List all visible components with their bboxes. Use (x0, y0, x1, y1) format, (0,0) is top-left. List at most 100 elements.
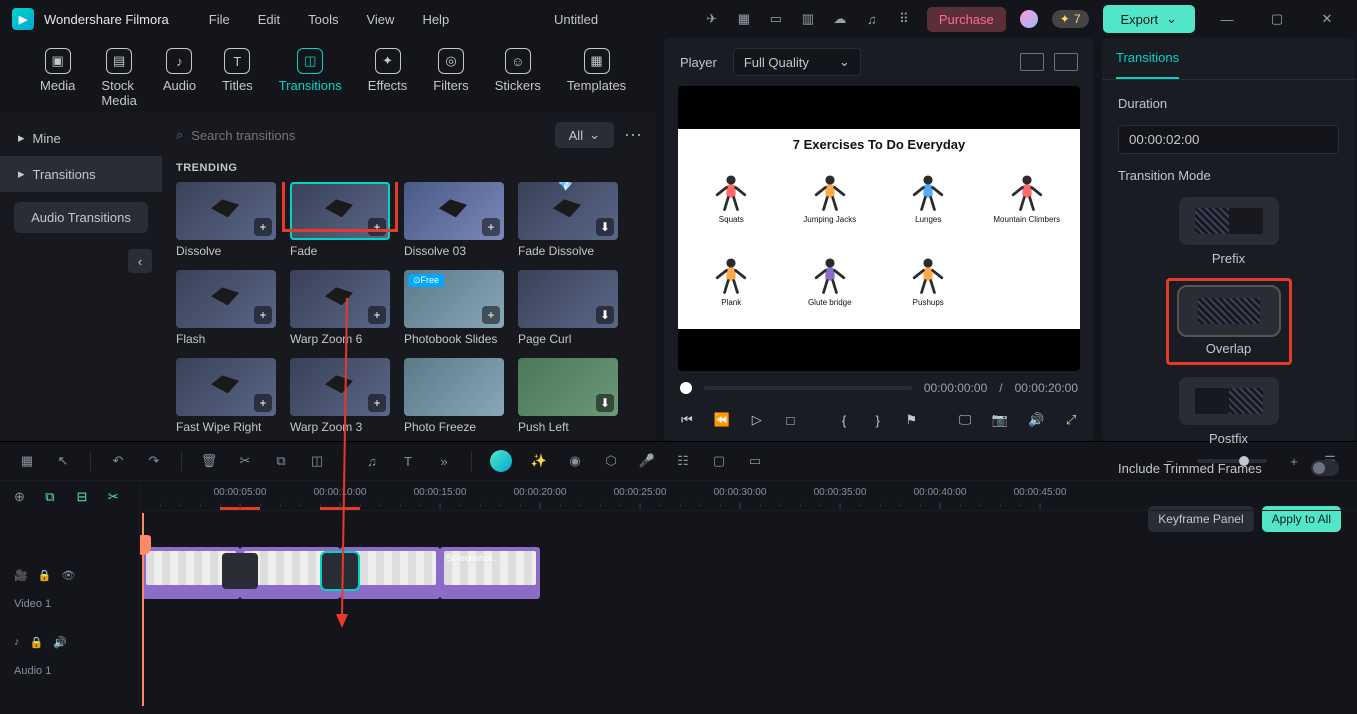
more-tools-icon[interactable]: » (435, 452, 453, 470)
record-icon[interactable]: ◉ (566, 452, 584, 470)
mic-icon[interactable]: 🎤 (638, 452, 656, 470)
transition-card[interactable]: + Dissolve 03 (404, 182, 504, 258)
undo-button[interactable]: ↶ (109, 452, 127, 470)
more-icon[interactable]: ⋯ (624, 125, 642, 146)
cut-icon[interactable]: ✂ (236, 452, 254, 470)
add-icon[interactable]: + (482, 218, 500, 236)
snap-icon[interactable]: ✂ (108, 489, 125, 507)
mark-out-button[interactable]: } (871, 411, 885, 429)
mode-overlap[interactable]: Overlap (1179, 287, 1279, 356)
add-icon[interactable]: ⬇ (596, 218, 614, 236)
transition-card[interactable]: + Flash (176, 270, 276, 346)
frame-icon[interactable]: ▢ (710, 452, 728, 470)
shield-icon[interactable]: ⬡ (602, 452, 620, 470)
link-tracks-icon[interactable]: ⧉ (45, 489, 62, 507)
transition-card[interactable]: ⊙Free + Photobook Slides (404, 270, 504, 346)
transition-card[interactable]: + Dissolve (176, 182, 276, 258)
menu-file[interactable]: File (209, 12, 230, 27)
transition-card[interactable]: Photo Freeze (404, 358, 504, 434)
zoom-slider[interactable] (1197, 459, 1267, 463)
quality-dropdown[interactable]: Full Quality⌄ (733, 48, 861, 76)
include-trimmed-toggle[interactable] (1311, 460, 1339, 476)
transition-card[interactable]: ⬇ Page Curl (518, 270, 618, 346)
tab-templates[interactable]: ▦Templates (557, 44, 636, 112)
send-icon[interactable]: ✈ (703, 10, 721, 28)
ratio-icon[interactable]: ▭ (746, 452, 764, 470)
transition-2-selected[interactable] (322, 553, 358, 589)
audio-track-header[interactable]: ♪🔒🔊 (0, 628, 139, 657)
step-back-button[interactable]: ⏪ (714, 411, 730, 429)
save-icon[interactable]: ▦ (735, 10, 753, 28)
apps-icon[interactable]: ⠿ (895, 10, 913, 28)
mute-icon[interactable]: 🔊 (53, 636, 67, 649)
tab-stock-media[interactable]: ▤Stock Media (91, 44, 146, 112)
tab-filters[interactable]: ◎Filters (423, 44, 478, 112)
transition-card[interactable]: + Warp Zoom 6 (290, 270, 390, 346)
add-icon[interactable]: + (368, 218, 386, 236)
prev-frame-button[interactable]: ⏮ (680, 411, 694, 429)
credits-badge[interactable]: ✦ 7 (1052, 10, 1089, 28)
avatar-orb[interactable] (1020, 10, 1038, 28)
device-icon[interactable]: ▭ (767, 10, 785, 28)
playhead[interactable] (142, 513, 144, 706)
transition-1[interactable] (222, 553, 258, 589)
time-ruler[interactable]: 00:00:05:0000:00:10:0000:00:15:0000:00:2… (140, 481, 1357, 511)
tab-effects[interactable]: ✦Effects (358, 44, 418, 112)
menu-edit[interactable]: Edit (258, 12, 280, 27)
properties-tab-transitions[interactable]: Transitions (1116, 38, 1179, 79)
search-input[interactable]: ⌕ (176, 127, 545, 143)
tab-transitions[interactable]: ◫Transitions (269, 44, 352, 112)
add-icon[interactable]: + (254, 218, 272, 236)
mode-prefix[interactable]: Prefix (1179, 197, 1279, 266)
mixer-icon[interactable]: ☷ (674, 452, 692, 470)
tab-audio[interactable]: ♪Audio (153, 44, 206, 112)
scrubber-track[interactable] (704, 386, 912, 390)
menu-view[interactable]: View (366, 12, 394, 27)
video-preview[interactable]: 7 Exercises To Do Everyday SquatsJumping… (678, 86, 1080, 371)
add-icon[interactable]: + (482, 306, 500, 324)
add-icon[interactable]: + (254, 306, 272, 324)
add-icon[interactable]: ⬇ (596, 394, 614, 412)
pager-prev-button[interactable]: ‹ (128, 249, 152, 273)
fullscreen-icon[interactable]: ⤢ (1064, 411, 1078, 429)
restore-button[interactable]: ▢ (1259, 11, 1295, 27)
lock-icon[interactable]: 🔒 (38, 569, 52, 582)
pointer-icon[interactable]: ↖ (54, 452, 72, 470)
eye-icon[interactable]: 👁 (61, 569, 75, 582)
link-icon[interactable]: ⧉ (272, 452, 290, 470)
purchase-button[interactable]: Purchase (927, 7, 1006, 32)
tab-stickers[interactable]: ☺Stickers (485, 44, 551, 112)
transition-card[interactable]: + Fade (290, 182, 390, 258)
stop-button[interactable]: □ (784, 411, 798, 429)
layout-image-icon[interactable] (1054, 53, 1078, 71)
sidebar-item-transitions[interactable]: ▸Transitions (0, 156, 162, 192)
add-icon[interactable]: + (368, 394, 386, 412)
menu-help[interactable]: Help (422, 12, 449, 27)
volume-icon[interactable]: 🔊 (1028, 411, 1044, 429)
scrubber-handle[interactable] (680, 382, 692, 394)
delete-icon[interactable]: 🗑 (200, 452, 218, 470)
magnet-icon[interactable]: ⊟ (77, 489, 94, 507)
add-icon[interactable]: + (368, 306, 386, 324)
ai-button[interactable] (490, 450, 512, 472)
transition-card[interactable]: + Fast Wipe Right (176, 358, 276, 434)
library-icon[interactable]: ▥ (799, 10, 817, 28)
add-icon[interactable]: + (254, 394, 272, 412)
video-track[interactable]: Screenshot... (140, 543, 1357, 603)
tab-titles[interactable]: TTitles (212, 44, 263, 112)
minimize-button[interactable]: — (1209, 12, 1245, 27)
mode-postfix[interactable]: Postfix (1179, 377, 1279, 446)
transition-card[interactable]: + Warp Zoom 3 (290, 358, 390, 434)
marker-icon[interactable]: ⚑ (905, 411, 919, 429)
export-button[interactable]: Export ⌄ (1103, 5, 1195, 33)
close-button[interactable]: ✕ (1309, 11, 1345, 27)
redo-button[interactable]: ↷ (145, 452, 163, 470)
add-icon[interactable]: ⬇ (596, 306, 614, 324)
mark-in-button[interactable]: { (837, 411, 851, 429)
sidebar-item-mine[interactable]: ▸Mine (0, 120, 162, 156)
video-track-header[interactable]: 🎥🔒👁 (0, 561, 139, 590)
text-tool-icon[interactable]: T (399, 452, 417, 470)
clip-4[interactable]: Screenshot... (440, 547, 540, 599)
grid4-icon[interactable]: ▦ (18, 452, 36, 470)
tab-media[interactable]: ▣Media (30, 44, 85, 112)
